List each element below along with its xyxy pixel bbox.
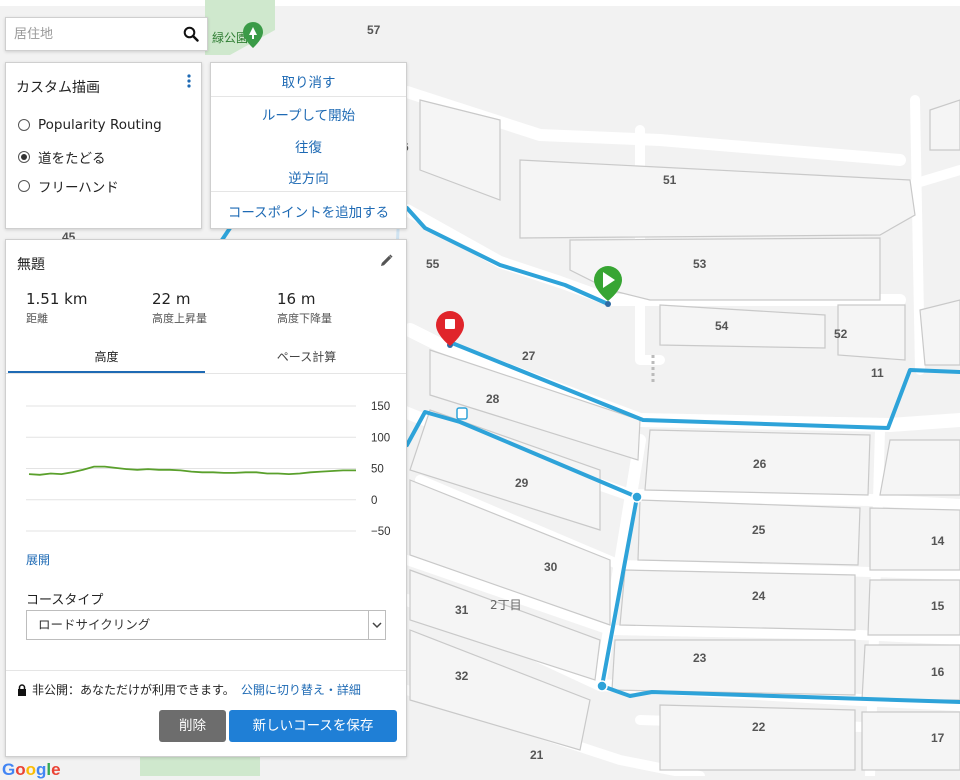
chart-y-tick-label: 150 (371, 401, 390, 413)
custom-draw-title: カスタム描画 (16, 80, 100, 96)
route-waypoint[interactable] (631, 491, 643, 503)
distance-stat: 1.51 km 距離 (26, 290, 87, 326)
routing-option-label: フリーハンド (38, 180, 119, 196)
svg-text:22: 22 (752, 720, 766, 734)
svg-text:14: 14 (931, 534, 945, 548)
course-type-value: ロードサイクリング (38, 617, 151, 632)
svg-text:28: 28 (486, 392, 500, 406)
svg-text:53: 53 (693, 257, 707, 271)
route-title: 無題 (17, 257, 45, 273)
routing-option-follow-roads[interactable]: 道をたどる (18, 147, 106, 167)
ascent-value: 22 m (152, 290, 191, 308)
active-tab-indicator (8, 371, 205, 373)
svg-text:30: 30 (544, 560, 558, 574)
undo-button[interactable]: 取り消す (211, 71, 406, 91)
privacy-status: 非公開：あなただけが利用できます。 公開に切り替え・詳細 (17, 681, 361, 698)
svg-text:26: 26 (753, 457, 767, 471)
reverse-button[interactable]: 逆方向 (211, 167, 406, 187)
svg-text:17: 17 (931, 731, 945, 745)
elevation-chart: 150 100 50 0 −50 (26, 401, 391, 538)
bus-stop-icon (456, 407, 468, 420)
svg-text:27: 27 (522, 349, 536, 363)
privacy-toggle-link[interactable]: 公開に切り替え・詳細 (241, 681, 361, 698)
route-details-panel: 無題 1.51 km 距離 22 m 高度上昇量 16 m 高度下降量 高度 ペ… (5, 239, 407, 757)
delete-button[interactable]: 削除 (159, 710, 226, 742)
elevation-series-line (28, 465, 356, 476)
tab-pace[interactable]: ペース計算 (208, 348, 405, 365)
lock-icon (18, 683, 26, 696)
add-course-point-button[interactable]: コースポイントを追加する (211, 201, 406, 221)
course-type-select[interactable]: ロードサイクリング (26, 610, 386, 640)
svg-text:15: 15 (931, 599, 945, 613)
ascent-stat: 22 m 高度上昇量 (152, 290, 207, 326)
routing-option-freehand[interactable]: フリーハンド (18, 176, 119, 196)
district-label: 2丁目 (490, 598, 522, 612)
svg-text:24: 24 (752, 589, 766, 603)
svg-text:54: 54 (715, 319, 729, 333)
chart-y-ticks: 150 100 50 0 −50 (371, 401, 391, 538)
tab-elevation[interactable]: 高度 (8, 348, 205, 365)
svg-text:31: 31 (455, 603, 469, 617)
google-logo: Google (2, 760, 61, 780)
distance-label: 距離 (26, 312, 48, 325)
expand-link[interactable]: 展開 (26, 551, 50, 568)
distance-value: 1.51 km (26, 290, 88, 308)
route-actions-panel: 取り消す ループして開始 往復 逆方向 コースポイントを追加する (210, 62, 407, 229)
chart-grid (26, 405, 356, 532)
google-logo-text: Google (2, 760, 61, 779)
loop-start-button[interactable]: ループして開始 (211, 104, 406, 124)
course-type-label: コースタイプ (26, 593, 104, 608)
custom-draw-panel: カスタム描画 Popularity Routing 道をたどる フリーハンド (5, 62, 202, 229)
privacy-text: 非公開：あなただけが利用できます。 (32, 683, 235, 697)
round-trip-button[interactable]: 往復 (211, 136, 406, 156)
svg-text:11: 11 (871, 366, 884, 380)
svg-text:29: 29 (515, 476, 529, 490)
radio-button-selected[interactable] (18, 151, 30, 163)
more-options-icon[interactable] (185, 73, 193, 89)
svg-text:32: 32 (455, 669, 469, 683)
chart-y-tick-label: 0 (371, 495, 377, 507)
search-icon[interactable] (183, 26, 199, 42)
pencil-icon[interactable] (380, 254, 393, 267)
chart-y-tick-label: 100 (371, 432, 390, 444)
descent-label: 高度下降量 (277, 312, 332, 325)
radio-button[interactable] (18, 119, 30, 131)
routing-option-label: 道をたどる (38, 151, 106, 167)
svg-text:16: 16 (931, 665, 945, 679)
descent-stat: 16 m 高度下降量 (277, 290, 332, 326)
routing-option-label: Popularity Routing (38, 117, 162, 133)
radio-button[interactable] (18, 180, 30, 192)
svg-text:55: 55 (426, 257, 440, 271)
route-waypoint[interactable] (596, 680, 608, 692)
ascent-label: 高度上昇量 (152, 312, 207, 325)
chevron-down-icon[interactable] (368, 611, 385, 639)
svg-text:51: 51 (663, 173, 677, 187)
search-box (5, 17, 208, 51)
routing-option-popularity[interactable]: Popularity Routing (18, 117, 162, 133)
svg-text:21: 21 (530, 748, 544, 762)
svg-text:57: 57 (367, 23, 381, 37)
chart-y-tick-label: 50 (371, 464, 384, 476)
search-input[interactable] (6, 18, 187, 50)
park-label: 緑公園 (212, 30, 248, 45)
svg-text:52: 52 (834, 327, 848, 341)
descent-value: 16 m (277, 290, 316, 308)
svg-text:23: 23 (693, 651, 707, 665)
chart-y-tick-label: −50 (371, 526, 391, 538)
svg-text:25: 25 (752, 523, 766, 537)
save-course-button[interactable]: 新しいコースを保存 (229, 710, 397, 742)
